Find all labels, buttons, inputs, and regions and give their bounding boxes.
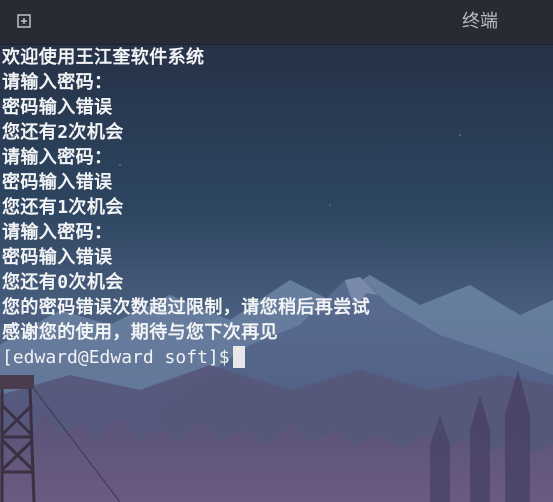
text-cursor [232, 346, 245, 368]
shell-prompt: [edward@Edward soft]$ [2, 347, 230, 368]
title-bar: 终端 [0, 0, 553, 45]
new-tab-icon [17, 14, 31, 28]
output-line: 密码输入错误 [2, 172, 113, 193]
output-line: 您还有1次机会 [2, 197, 124, 218]
output-line: 欢迎使用王江奎软件系统 [2, 47, 205, 68]
output-line: 请输入密码： [2, 147, 113, 168]
terminal-output[interactable]: 欢迎使用王江奎软件系统 请输入密码： 密码输入错误 您还有2次机会 请输入密码：… [0, 45, 553, 502]
output-line: 您还有0次机会 [2, 272, 124, 293]
output-line: 您的密码错误次数超过限制，请您稍后再尝试 [2, 297, 370, 318]
output-line: 密码输入错误 [2, 97, 113, 118]
output-line: 请输入密码： [2, 222, 113, 243]
output-line: 感谢您的使用，期待与您下次再见 [2, 322, 278, 343]
shell-prompt-line[interactable]: [edward@Edward soft]$ [2, 345, 553, 370]
terminal-window: 终端 欢迎使用王江奎软件系统 请输入密码： 密码输入错误 您还有2次机会 请输入… [0, 0, 553, 502]
output-line: 密码输入错误 [2, 247, 113, 268]
output-line: 请输入密码： [2, 72, 113, 93]
output-line: 您还有2次机会 [2, 122, 124, 143]
new-tab-button[interactable] [12, 10, 36, 34]
window-title: 终端 [462, 11, 498, 32]
